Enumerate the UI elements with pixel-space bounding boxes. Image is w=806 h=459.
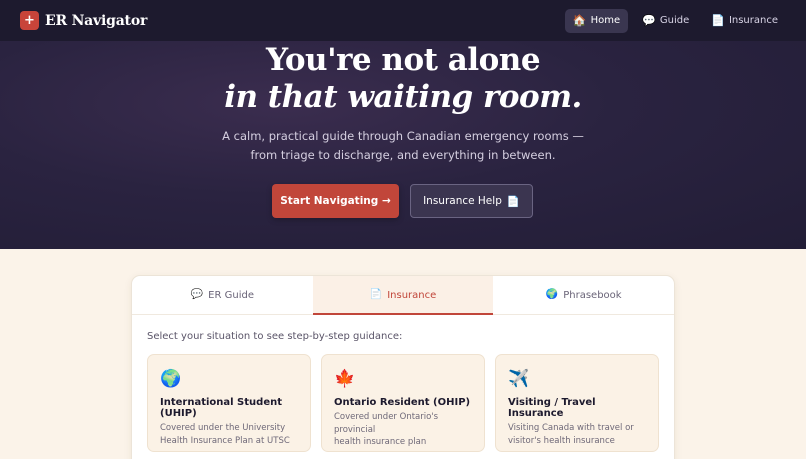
option-description: Visiting Canada with travel or visitor's… <box>508 422 646 447</box>
tab-label: ER Guide <box>208 289 254 301</box>
speech-bubble-icon: 💬 <box>642 14 656 27</box>
insurance-help-label: Insurance Help <box>423 195 502 207</box>
tab-insurance[interactable]: 📄 Insurance <box>312 276 494 315</box>
hero-subtitle-line1: A calm, practical guide through Canadian… <box>222 129 584 143</box>
situation-options: 🌍 International Student (UHIP) Covered u… <box>147 354 659 452</box>
insurance-help-button[interactable]: Insurance Help 📄 <box>410 184 533 218</box>
option-visiting-travel[interactable]: ✈️ Visiting / Travel Insurance Visiting … <box>495 354 659 452</box>
document-icon: 📄 <box>506 195 520 208</box>
nav-link-home[interactable]: 🏠 Home <box>564 8 629 33</box>
tab-bar: 💬 ER Guide 📄 Insurance 🌍 Phrasebook <box>132 276 674 315</box>
option-description: Covered under Ontario's provincial healt… <box>334 411 472 449</box>
option-title: Visiting / Travel Insurance <box>508 397 596 419</box>
option-title: International Student (UHIP) <box>160 397 282 419</box>
nav-link-label: Guide <box>659 15 690 26</box>
option-title: Ontario Resident (OHIP) <box>334 397 471 408</box>
guide-card: 💬 ER Guide 📄 Insurance 🌍 Phrasebook Sele… <box>131 275 675 459</box>
tab-er-guide[interactable]: 💬 ER Guide <box>132 276 313 314</box>
option-description-line2: health insurance plan <box>334 437 427 447</box>
brand-name: ER Navigator <box>45 12 148 29</box>
speech-bubble-icon: 💬 <box>190 289 204 300</box>
option-description-line1: Covered under Ontario's provincial <box>334 412 439 435</box>
hero-subtitle: A calm, practical guide through Canadian… <box>0 127 806 165</box>
option-ontario-resident[interactable]: 🍁 Ontario Resident (OHIP) Covered under … <box>321 354 485 452</box>
nav-link-label: Insurance <box>728 15 778 26</box>
start-navigating-button[interactable]: Start Navigating → <box>272 184 399 218</box>
option-description-line2: visitor's health insurance <box>508 435 615 446</box>
nav-links: 🏠 Home 💬 Guide 📄 Insurance <box>564 8 786 33</box>
hero-section: You're not alone in that waiting room. A… <box>0 41 806 249</box>
hero-title-line1: You're not alone <box>265 42 541 78</box>
brand[interactable]: + ER Navigator <box>20 11 147 30</box>
situation-prompt: Select your situation to see step-by-ste… <box>147 331 403 342</box>
option-description: Covered under the University Health Insu… <box>160 422 298 447</box>
hero-subtitle-line2: from triage to discharge, and everything… <box>250 148 556 162</box>
globe-icon: 🌍 <box>160 369 182 389</box>
option-description-line1: Covered under the University <box>160 423 286 433</box>
start-navigating-label: Start Navigating → <box>280 195 391 207</box>
option-description-line1: Visiting Canada with travel or <box>508 423 634 433</box>
option-description-line2: Health Insurance Plan at UTSC <box>160 435 290 446</box>
nav-link-guide[interactable]: 💬 Guide <box>634 9 697 33</box>
option-international-student[interactable]: 🌍 International Student (UHIP) Covered u… <box>147 354 311 452</box>
globe-icon: 🌍 <box>545 289 559 300</box>
nav-link-label: Home <box>590 15 621 26</box>
document-icon: 📄 <box>711 14 725 27</box>
document-icon: 📄 <box>369 289 383 300</box>
plus-icon: + <box>20 11 39 30</box>
home-icon: 🏠 <box>572 14 587 27</box>
tab-phrasebook[interactable]: 🌍 Phrasebook <box>493 276 674 314</box>
nav-link-insurance[interactable]: 📄 Insurance <box>703 9 786 33</box>
tab-label: Insurance <box>387 289 437 301</box>
maple-leaf-icon: 🍁 <box>334 369 356 389</box>
hero-title-line2: in that waiting room. <box>224 79 582 115</box>
airplane-icon: ✈️ <box>508 369 530 389</box>
tab-label: Phrasebook <box>563 289 622 301</box>
top-navbar: + ER Navigator 🏠 Home 💬 Guide 📄 Insuranc… <box>0 0 806 41</box>
